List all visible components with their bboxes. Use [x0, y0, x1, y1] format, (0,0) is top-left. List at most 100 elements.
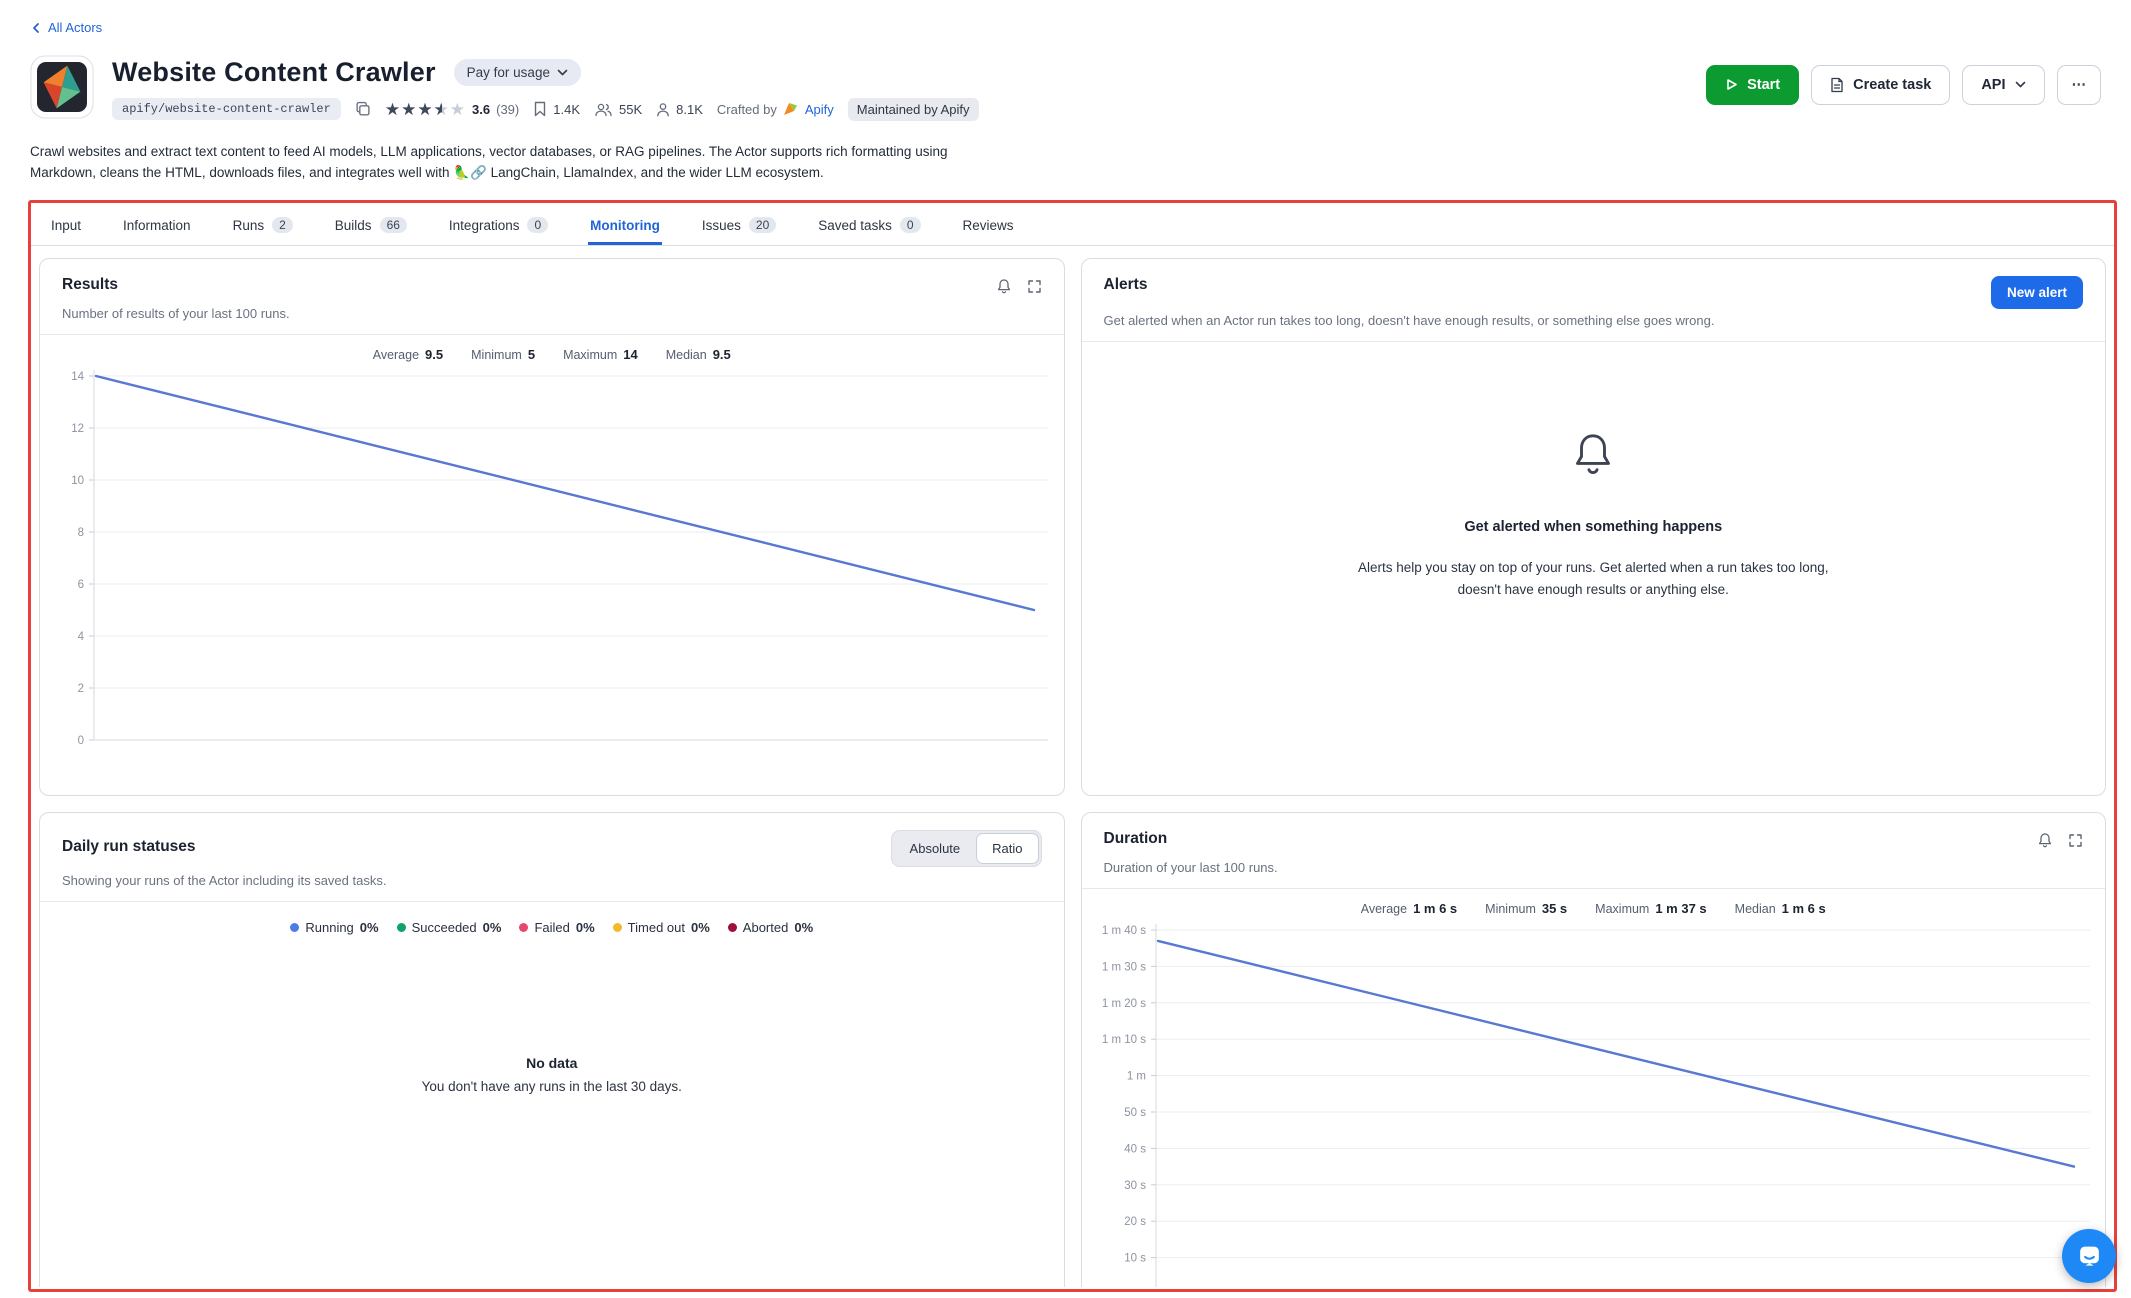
svg-text:8: 8 — [78, 527, 84, 539]
actor-logo — [30, 55, 94, 121]
svg-text:50 s: 50 s — [1124, 1107, 1146, 1119]
toggle-ratio[interactable]: Ratio — [976, 833, 1038, 864]
divider — [1082, 888, 2106, 889]
bell-large-icon — [1570, 430, 1616, 479]
svg-text:12: 12 — [71, 423, 84, 435]
tab-runs[interactable]: Runs2 — [231, 203, 295, 245]
alerts-subtitle: Get alerted when an Actor run takes too … — [1104, 313, 2084, 328]
svg-text:1 m 10 s: 1 m 10 s — [1101, 1034, 1145, 1046]
legend-dot-icon — [613, 923, 622, 932]
chart-stat-median: Median1 m 6 s — [1735, 901, 1826, 916]
tab-label: Integrations — [449, 218, 520, 233]
alerts-empty-line2: doesn't have enough results or anything … — [1358, 579, 1829, 601]
results-subtitle: Number of results of your last 100 runs. — [62, 306, 1042, 321]
bell-icon[interactable] — [2037, 832, 2053, 849]
breadcrumb-label: All Actors — [48, 20, 102, 35]
start-button[interactable]: Start — [1706, 65, 1799, 105]
legend-item-succeeded[interactable]: Succeeded 0% — [397, 920, 502, 935]
tab-information[interactable]: Information — [121, 203, 193, 245]
daily-run-statuses-card: Daily run statuses AbsoluteRatio Showing… — [39, 812, 1065, 1287]
no-data-message: No data You don't have any runs in the l… — [40, 1055, 1064, 1094]
breadcrumb[interactable]: All Actors — [30, 20, 102, 35]
divider — [40, 901, 1064, 902]
tab-builds[interactable]: Builds66 — [333, 203, 409, 245]
svg-text:10: 10 — [71, 475, 84, 487]
svg-text:10 s: 10 s — [1124, 1253, 1146, 1265]
expand-icon[interactable] — [1027, 279, 1042, 294]
tab-label: Monitoring — [590, 218, 660, 233]
tab-integrations[interactable]: Integrations 0 — [447, 203, 550, 245]
new-alert-button[interactable]: New alert — [1991, 276, 2083, 309]
tab-input[interactable]: Input — [49, 203, 83, 245]
legend-dot-icon — [728, 923, 737, 932]
tab-saved-tasks[interactable]: Saved tasks0 — [816, 203, 922, 245]
maintained-badge: Maintained by Apify — [848, 98, 979, 121]
svg-text:2: 2 — [78, 683, 84, 695]
absolute-ratio-toggle: AbsoluteRatio — [891, 830, 1042, 867]
results-title: Results — [62, 276, 118, 294]
duration-stats: Average1 m 6 sMinimum35 sMaximum1 m 37 s… — [1082, 901, 2106, 916]
no-data-title: No data — [40, 1055, 1064, 1071]
chart-stat-maximum: Maximum1 m 37 s — [1595, 901, 1707, 916]
chart-stat-average: Average9.5 — [373, 347, 443, 362]
legend-item-failed[interactable]: Failed 0% — [519, 920, 594, 935]
results-line-chart: 14121086420 — [50, 366, 1050, 758]
chart-stat-maximum: Maximum14 — [563, 347, 638, 362]
chart-stat-average: Average1 m 6 s — [1361, 901, 1457, 916]
legend-dot-icon — [519, 923, 528, 932]
daily-title: Daily run statuses — [62, 830, 196, 856]
tab-monitoring[interactable]: Monitoring — [588, 203, 662, 245]
tab-count-badge: 66 — [380, 217, 407, 233]
chart-stat-median: Median9.5 — [666, 347, 731, 362]
action-bar: Start Create task API ⋯ — [1706, 65, 2101, 105]
chat-widget-button[interactable] — [2062, 1229, 2116, 1283]
chevron-left-icon — [30, 22, 42, 34]
tab-count-badge: 20 — [749, 217, 776, 233]
bookmark-count: 1.4K — [533, 101, 580, 117]
svg-text:6: 6 — [78, 579, 84, 591]
results-card: Results Number of results of your last 1… — [39, 258, 1065, 796]
legend-dot-icon — [290, 923, 299, 932]
play-icon — [1725, 78, 1738, 91]
rating-count: (39) — [496, 102, 519, 117]
tab-reviews[interactable]: Reviews — [961, 203, 1016, 245]
annotation-frame: Input Information Runs2 Builds66 Integration… — [28, 200, 2117, 1292]
legend-item-running[interactable]: Running 0% — [290, 920, 378, 935]
svg-text:0: 0 — [78, 735, 84, 747]
users-icon — [594, 102, 613, 117]
person-icon — [656, 102, 670, 117]
alerts-empty-line1: Alerts help you stay on top of your runs… — [1358, 557, 1829, 579]
legend-item-aborted[interactable]: Aborted 0% — [728, 920, 813, 935]
chevron-down-icon — [2015, 81, 2026, 88]
runners-count: 8.1K — [656, 102, 703, 117]
star-rating: ★★★★★★★★★★ 3.6 (39) — [385, 101, 519, 118]
toggle-absolute[interactable]: Absolute — [894, 833, 977, 864]
svg-text:1 m 40 s: 1 m 40 s — [1101, 925, 1145, 937]
author-link[interactable]: Apify — [805, 102, 834, 117]
copy-icon[interactable] — [355, 101, 371, 117]
legend-item-timed-out[interactable]: Timed out 0% — [613, 920, 710, 935]
svg-text:40 s: 40 s — [1124, 1143, 1146, 1155]
svg-text:1 m: 1 m — [1126, 1071, 1145, 1083]
document-icon — [1830, 77, 1844, 93]
page-title: Website Content Crawler — [112, 57, 436, 88]
create-task-button[interactable]: Create task — [1811, 65, 1950, 105]
svg-text:1 m 20 s: 1 m 20 s — [1101, 998, 1145, 1010]
tab-issues[interactable]: Issues20 — [700, 203, 778, 245]
api-button[interactable]: API — [1962, 65, 2044, 105]
svg-text:4: 4 — [78, 631, 85, 643]
chart-stat-minimum: Minimum5 — [471, 347, 535, 362]
chevron-down-icon — [557, 69, 568, 76]
more-actions-button[interactable]: ⋯ — [2057, 65, 2102, 105]
users-count: 55K — [594, 102, 642, 117]
actor-header: Website Content Crawler Pay for usage ap… — [30, 55, 2101, 121]
bell-icon[interactable] — [996, 278, 1012, 295]
legend-dot-icon — [397, 923, 406, 932]
duration-line-chart: 1 m 40 s1 m 30 s1 m 20 s1 m 10 s1 m50 s4… — [1092, 920, 2092, 1287]
alerts-empty-title: Get alerted when something happens — [1464, 519, 1722, 535]
tab-count-badge: 0 — [527, 217, 548, 233]
pricing-badge[interactable]: Pay for usage — [454, 59, 581, 86]
apify-logo-icon — [783, 102, 799, 116]
package-name-badge: apify/website-content-crawler — [112, 98, 341, 120]
expand-icon[interactable] — [2068, 833, 2083, 848]
